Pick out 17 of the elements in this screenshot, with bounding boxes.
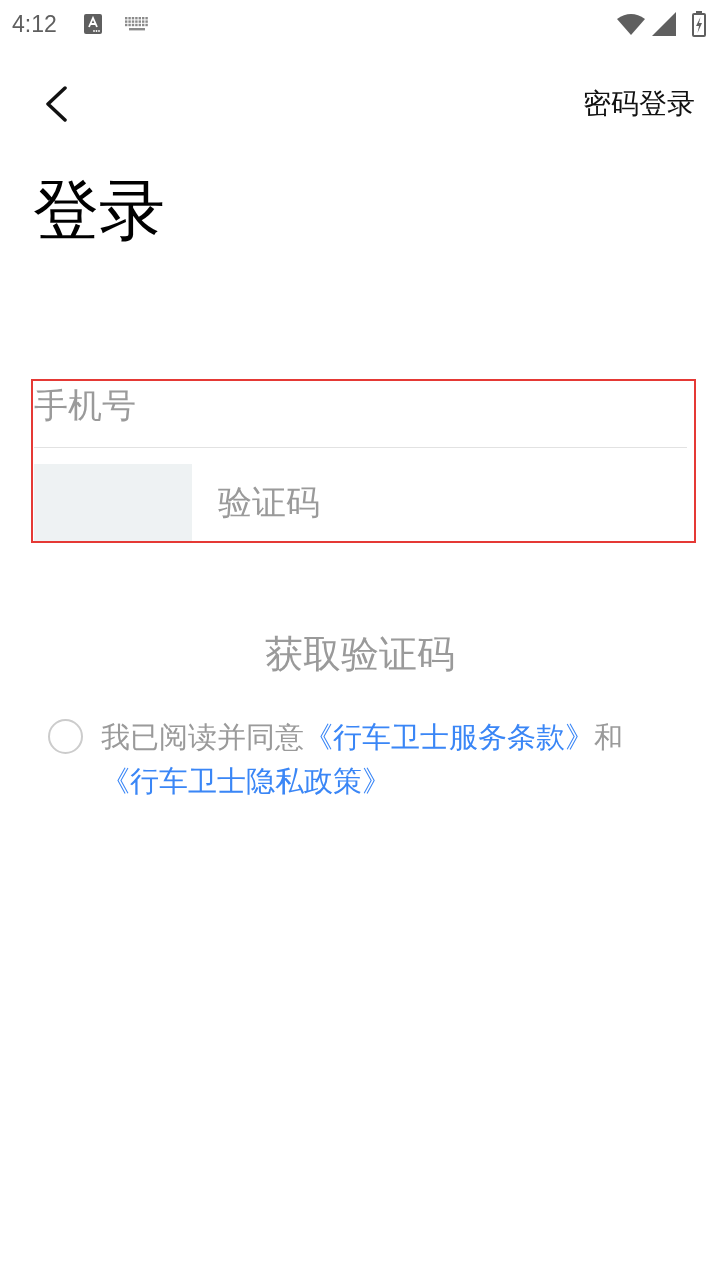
- policy-link[interactable]: 《行车卫士服务条款》: [304, 721, 594, 753]
- chevron-left-icon: [44, 86, 68, 122]
- policy-link[interactable]: 《行车卫士隐私政策》: [101, 765, 391, 797]
- captcha-image-placeholder[interactable]: [34, 464, 192, 541]
- signal-icon: [652, 12, 676, 36]
- password-login-link[interactable]: 密码登录: [583, 90, 695, 118]
- back-button[interactable]: [44, 86, 68, 122]
- agreement-text: 我已阅读并同意《行车卫士服务条款》和 《行车卫士隐私政策》: [101, 720, 624, 799]
- keyboard-icon: [124, 17, 149, 31]
- phone-input[interactable]: 手机号: [34, 381, 687, 429]
- agree-radio[interactable]: [48, 719, 83, 754]
- wifi-icon: [617, 13, 645, 35]
- captcha-input[interactable]: 验证码: [218, 478, 687, 527]
- status-time: 4:12: [12, 12, 57, 36]
- page-title: 登录: [33, 177, 165, 243]
- text-input-icon: [83, 14, 102, 34]
- battery-charging-icon: [692, 11, 706, 37]
